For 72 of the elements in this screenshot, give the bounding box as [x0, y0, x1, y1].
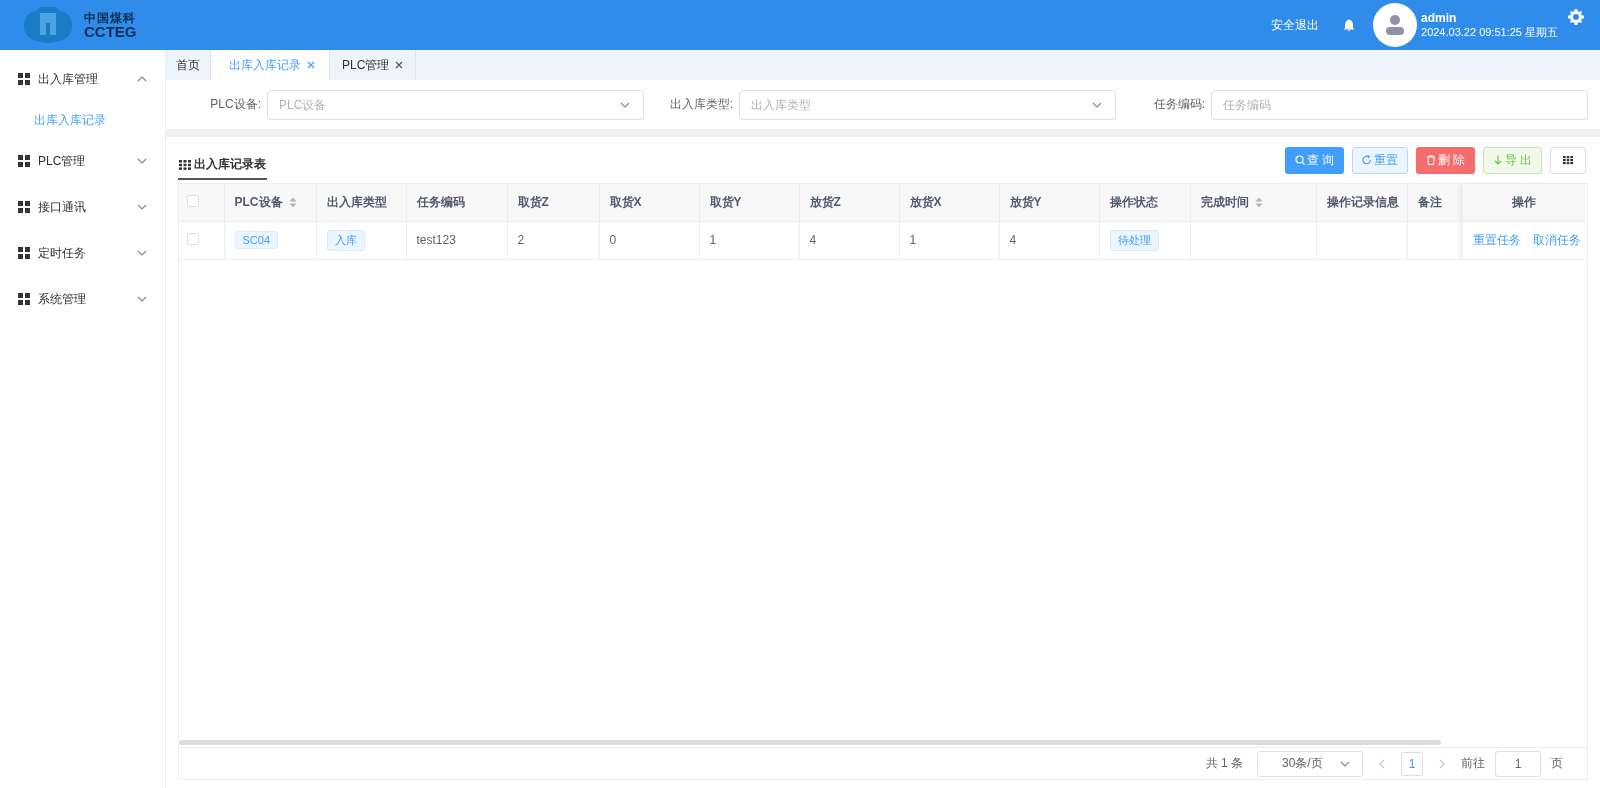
avatar-icon: [1373, 3, 1417, 47]
field-label: 出入库类型:: [668, 96, 733, 113]
select-field[interactable]: PLC设备: [267, 89, 644, 120]
menu-item[interactable]: 出入库管理: [0, 56, 165, 102]
table-cell: 4: [809, 233, 817, 247]
menu-item[interactable]: PLC管理: [0, 138, 165, 184]
chevron-down-icon: [620, 101, 630, 108]
column-header[interactable]: 取货Z: [517, 193, 549, 211]
grid-icon: [18, 293, 30, 305]
user-name: admin: [1421, 11, 1458, 25]
grid-icon: [18, 155, 30, 167]
menu-item[interactable]: 接口通讯: [0, 184, 165, 230]
close-icon: [395, 61, 404, 69]
column-header[interactable]: 放货Y: [1009, 193, 1042, 211]
logo-text: 中国煤科: [84, 11, 137, 24]
select-field[interactable]: 出入库类型: [739, 89, 1116, 120]
tag: 待处理: [1109, 229, 1159, 251]
menu-item[interactable]: 系统管理: [0, 276, 165, 322]
chevron-down-icon: [1092, 101, 1102, 108]
checkbox[interactable]: [187, 232, 199, 245]
chevron-down-icon: [137, 158, 147, 164]
date-time: 2024.03.22 09:51:25 星期五: [1421, 25, 1558, 39]
chevron-down-icon: [137, 250, 147, 256]
chevron-down-icon: [1340, 760, 1350, 767]
chevron-down-icon: [137, 204, 147, 210]
arrow-down-icon: [1492, 155, 1503, 165]
total-count: 共 1 条: [1205, 755, 1243, 772]
goto-label: 前往: [1461, 755, 1485, 772]
trash-icon: [1425, 155, 1436, 165]
page-suffix: 页: [1551, 755, 1563, 772]
checkbox[interactable]: [187, 194, 199, 207]
table-cell: 4: [1009, 233, 1017, 247]
input-field[interactable]: 任务编码: [1211, 89, 1588, 120]
field-label: PLC设备:: [209, 96, 261, 113]
prev-icon: [1379, 758, 1385, 769]
chevron-up-icon: [137, 76, 147, 82]
tag: 入库: [326, 229, 365, 251]
sort-icon: [288, 196, 297, 208]
field-label: 任务编码:: [1152, 96, 1205, 113]
page-size-select[interactable]: 30条/页: [1257, 750, 1363, 777]
settings-icon: [1568, 9, 1584, 25]
scrollbar[interactable]: [179, 740, 1441, 745]
grid-icon: [18, 73, 30, 85]
logo-text: CCTEG: [84, 23, 137, 39]
column-header[interactable]: 取货Y: [709, 193, 742, 211]
next-icon: [1439, 758, 1445, 769]
column-header[interactable]: 取货X: [609, 193, 642, 211]
column-header[interactable]: 完成时间: [1200, 193, 1249, 211]
grid-icon: [179, 159, 191, 170]
columns-button[interactable]: [1550, 146, 1586, 174]
page-input[interactable]: 1: [1495, 750, 1541, 777]
grid-icon: [1563, 155, 1573, 165]
search-icon: [1294, 155, 1305, 165]
grid-icon: [18, 201, 30, 213]
table-cell: 1: [909, 233, 917, 247]
bell-icon: [1343, 18, 1355, 32]
grid-icon: [18, 247, 30, 259]
table-cell: test123: [416, 233, 456, 247]
column-header[interactable]: 放货X: [909, 193, 942, 211]
table-title: 出入库记录表: [178, 150, 267, 180]
table-cell: 2: [517, 233, 525, 247]
logout-link[interactable]: 安全退出: [1271, 16, 1319, 34]
tag: SC04: [234, 231, 279, 249]
table-cell: 1: [709, 233, 717, 247]
table-cell: 0: [609, 233, 617, 247]
sort-icon: [1254, 196, 1263, 208]
refresh-icon: [1362, 155, 1372, 165]
menu-item[interactable]: 定时任务: [0, 230, 165, 276]
column-header[interactable]: 放货Z: [809, 193, 841, 211]
column-header[interactable]: 操作: [1511, 193, 1536, 211]
chevron-down-icon: [137, 296, 147, 302]
close-icon: [307, 61, 315, 69]
